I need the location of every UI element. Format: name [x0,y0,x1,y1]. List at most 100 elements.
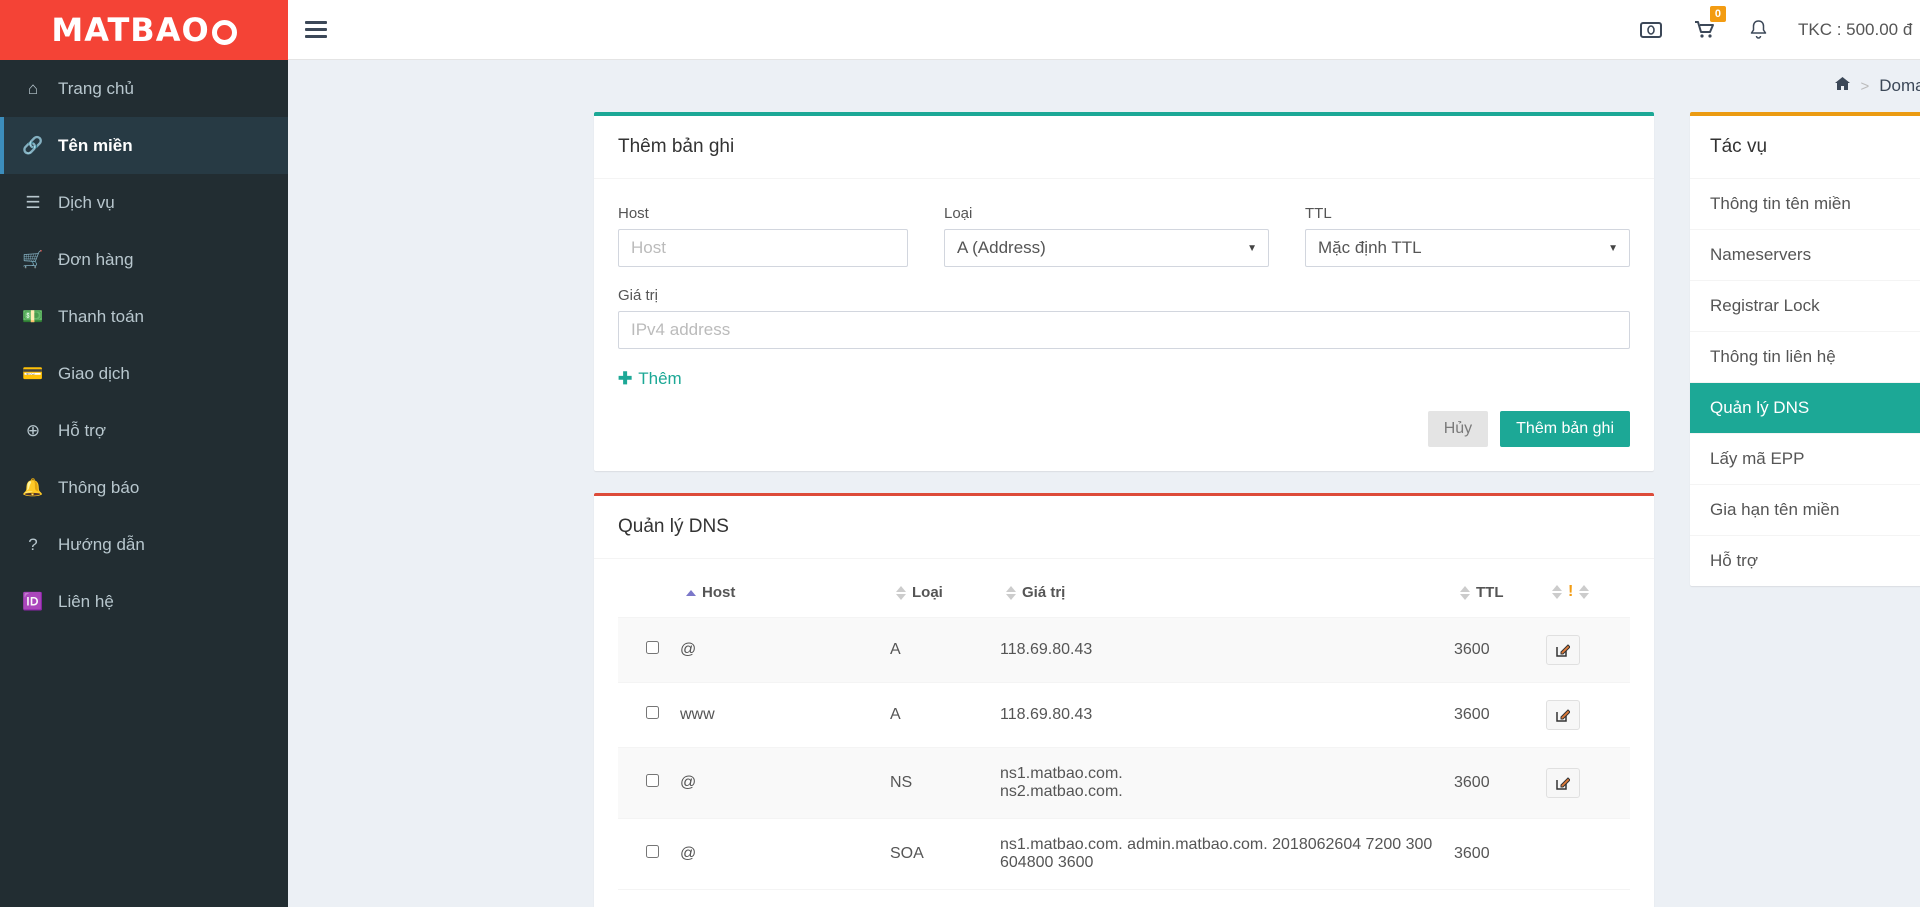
main-area: 0 TKC : 500.00 đ M MB1010030 > Domains >… [288,0,1920,907]
cell-ttl: 3600 [1446,818,1538,890]
brand-ring-icon [211,19,237,45]
account-balance: TKC : 500.00 đ [1797,19,1913,39]
add-more-link[interactable]: ✚ Thêm [618,369,682,389]
sidebar-item-label: Giao dịch [58,363,130,383]
brand-name: MATBAO [51,11,210,49]
row-checkbox[interactable] [646,845,659,858]
sidebar-item-0[interactable]: ⌂ Trang chủ [0,60,288,117]
host-field-group: Host [618,205,908,267]
sort-icon[interactable] [1552,585,1562,600]
sidebar-item-label: Liên hệ [58,591,114,611]
edit-record-button[interactable] [1546,700,1580,730]
action-item-2[interactable]: Registrar Lock [1690,281,1920,332]
cell-ttl: 3600 [1446,682,1538,748]
cart-icon[interactable]: 0 [1678,0,1732,60]
actions-panel: Tác vụ Thông tin tên miền Nameservers Regi… [1690,112,1920,586]
cell-host: @ [672,818,882,890]
add-record-title: Thêm bản ghi [618,136,735,157]
dns-table-head: Host Loại Giá trị TTL! [618,567,1630,618]
dns-table-body-rows: @ A 118.69.80.43 3600 www A 118.69.80.43 3600 @ N… [618,617,1630,890]
host-label: Host [618,205,649,222]
brand-logo[interactable]: MATBAO [0,0,288,60]
dns-col-checkbox [618,567,672,618]
sort-icon[interactable] [1460,585,1470,600]
sort-icon[interactable] [896,585,906,600]
left-sidebar: MATBAO ⌂ Trang chủ 🔗 Tên miền ☰ Dịch vụ 🛒 Đơn h… [0,0,288,907]
dns-col-giatri[interactable]: Giá trị [992,567,1446,618]
dns-table-body: Host Loại Giá trị TTL! @ A 118.69.80.43 3600 ww… [594,559,1654,907]
sidebar-item-5[interactable]: 💳 Giao dịch [0,345,288,402]
submit-record-button[interactable]: Thêm bản ghi [1500,411,1630,447]
dns-col-label: Loại [912,583,943,601]
sidebar-item-8[interactable]: ? Hướng dẫn [0,516,288,573]
topbar-right: 0 TKC : 500.00 đ M MB1010030 [1624,0,1920,60]
home-icon[interactable] [1834,76,1851,96]
sidebar-item-3[interactable]: 🛒 Đơn hàng [0,231,288,288]
plus-icon: ✚ [618,369,633,388]
cell-host: @ [672,617,882,683]
contact-card-icon: 🆔 [22,591,44,611]
ttl-label: TTL [1305,205,1332,222]
actions-list: Thông tin tên miền Nameservers Registrar L… [1690,179,1920,586]
action-item-5[interactable]: Lấy mã EPP [1690,434,1920,485]
sidebar-item-7[interactable]: 🔔 Thông báo [0,459,288,516]
row-checkbox-cell [618,617,672,683]
sidebar-item-2[interactable]: ☰ Dịch vụ [0,174,288,231]
row-checkbox[interactable] [646,706,659,719]
cart-icon: 🛒 [22,249,44,269]
hamburger-icon[interactable] [288,0,344,60]
host-input[interactable] [618,229,908,267]
type-select[interactable] [944,229,1269,267]
dns-col-label: ! [1568,583,1574,600]
app-root: MATBAO ⌂ Trang chủ 🔗 Tên miền ☰ Dịch vụ 🛒 Đơn h… [0,0,1920,907]
edit-record-button[interactable] [1546,635,1580,665]
cell-actions [1538,682,1630,748]
dns-table: Host Loại Giá trị TTL! @ A 118.69.80.43 3600 ww… [618,567,1630,890]
dns-panel: Quản lý DNS Host Loại Giá trị TTL! @ A 118.69… [594,493,1654,907]
cell-giatri: ns1.matbao.com. ns2.matbao.com. [992,747,1446,819]
action-item-6[interactable]: Gia hạn tên miền [1690,485,1920,536]
action-item-4[interactable]: Quản lý DNS [1690,383,1920,434]
question-icon: ? [28,534,38,554]
dns-col-loai[interactable]: Loại [882,567,992,618]
table-row: @ SOA ns1.matbao.com. admin.matbao.com. 20… [618,818,1630,890]
sort-asc-icon[interactable] [686,589,696,596]
sidebar-item-4[interactable]: 💵 Thanh toán [0,288,288,345]
sidebar-item-6[interactable]: ⊕ Hỗ trợ [0,402,288,459]
home-icon: ⌂ [27,78,39,98]
type-field-group: Loại ▼ [944,205,1269,267]
sort-icon[interactable] [1006,585,1016,600]
dns-panel-header: Quản lý DNS [594,496,1654,559]
sidebar-item-1[interactable]: 🔗 Tên miền [0,117,288,174]
row-checkbox[interactable] [646,641,659,654]
table-row: www A 118.69.80.43 3600 [618,682,1630,748]
banknote-icon[interactable] [1624,0,1678,60]
action-item-1[interactable]: Nameservers [1690,230,1920,281]
dns-col-host[interactable]: Host [672,567,882,618]
breadcrumb-separator: > [1860,77,1870,95]
cart-count-badge: 0 [1709,5,1726,22]
ttl-select[interactable] [1305,229,1630,267]
row-checkbox[interactable] [646,774,659,787]
cell-loai: A [882,682,992,748]
value-input[interactable] [618,311,1630,349]
cell-giatri: ns1.matbao.com. admin.matbao.com. 201806… [992,818,1446,890]
cancel-button[interactable]: Hủy [1427,411,1489,447]
value-label: Giá trị [618,287,659,304]
action-item-0[interactable]: Thông tin tên miền [1690,179,1920,230]
action-item-3[interactable]: Thông tin liên hệ [1690,332,1920,383]
edit-record-button[interactable] [1546,768,1580,798]
row-checkbox-cell [618,818,672,890]
sidebar-item-9[interactable]: 🆔 Liên hệ [0,573,288,630]
sidebar-item-label: Hướng dẫn [58,534,145,554]
breadcrumb-item-domains[interactable]: Domains [1879,76,1920,96]
bell-icon[interactable] [1732,0,1786,60]
server-icon: ☰ [25,192,41,212]
cell-host: @ [672,747,882,819]
ttl-field-group: TTL ▼ [1305,205,1630,267]
action-item-7[interactable]: Hỗ trợ [1690,536,1920,586]
sidebar-item-label: Dịch vụ [58,192,115,212]
dns-col-ttl[interactable]: TTL [1446,567,1538,618]
sort-icon-end[interactable] [1579,585,1590,600]
dns-col-warn[interactable]: ! [1538,567,1630,618]
